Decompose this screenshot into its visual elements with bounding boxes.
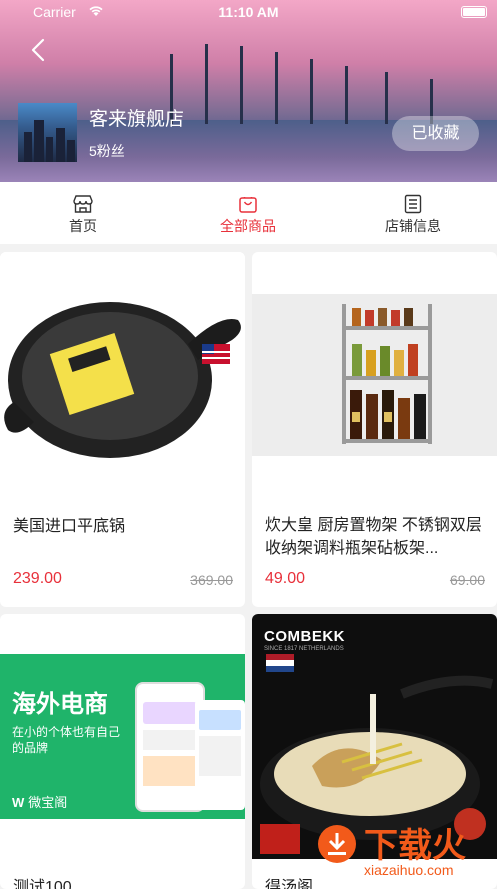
- skillet-image: [4, 302, 241, 458]
- favorite-button[interactable]: 已收藏: [392, 116, 479, 151]
- banner-title: 海外电商: [12, 691, 108, 718]
- netherlands-flag-icon: [266, 654, 294, 672]
- palm-tree: [240, 46, 243, 124]
- brand-subtitle: SINCE 1817 NETHERLANDS: [264, 646, 344, 652]
- brand-logo-icon: W: [12, 795, 25, 810]
- status-bar: Carrier 11:10 AM: [0, 0, 497, 24]
- bag-icon: [239, 197, 257, 213]
- product-title: 美国进口平底锅: [13, 518, 126, 535]
- tab-shop-info-label: 店铺信息: [385, 218, 441, 234]
- palm-tree: [205, 44, 208, 124]
- palm-tree: [385, 72, 388, 124]
- product-image: [0, 252, 245, 487]
- shop-tab-bar: 首页 全部商品 店铺信息: [0, 182, 497, 244]
- shop-name: 客来旗舰店: [89, 109, 185, 130]
- shop-avatar: [18, 103, 77, 162]
- watermark-url: xiazaihuo.com: [364, 862, 454, 878]
- tab-home[interactable]: 首页: [23, 182, 143, 244]
- product-card[interactable]: 美国进口平底锅 239.00 369.00: [0, 252, 245, 607]
- clock: 11:10 AM: [218, 4, 279, 20]
- product-image: 海外电商 在小的个体也有自己的品牌 W 微宝阁: [0, 654, 245, 819]
- product-title: 炊大皇 厨房置物架 不锈钢双层收纳架调料瓶架砧板架...: [265, 517, 482, 557]
- store-icon: [73, 195, 93, 213]
- fans-count: 5粉丝: [89, 143, 125, 159]
- brand-logo-text: COMBEKK: [264, 628, 345, 645]
- product-card[interactable]: 炊大皇 厨房置物架 不锈钢双层收纳架调料瓶架砧板架... 49.00 69.00: [252, 252, 497, 607]
- download-logo-icon: [318, 825, 356, 863]
- back-arrow-icon[interactable]: [28, 38, 52, 62]
- product-price: 49.00: [265, 570, 306, 587]
- kitchen-rack-image: [342, 304, 432, 444]
- banner-brand: W 微宝阁: [12, 792, 67, 811]
- banner-subtitle: 在小的个体也有自己的品牌: [12, 725, 121, 755]
- site-watermark: 下载火 xiazaihuo.com: [300, 818, 497, 883]
- tab-all-products-label: 全部商品: [220, 218, 276, 234]
- battery-icon: [461, 6, 487, 18]
- product-card[interactable]: 海外电商 在小的个体也有自己的品牌 W 微宝阁 测试100: [0, 614, 245, 889]
- list-icon: [404, 194, 422, 214]
- tab-home-label: 首页: [69, 218, 97, 234]
- tab-all-products[interactable]: 全部商品: [188, 182, 308, 244]
- palm-tree: [345, 66, 348, 124]
- palm-tree: [310, 59, 313, 124]
- phone-mockup-secondary: [195, 700, 245, 810]
- product-price: 239.00: [13, 570, 62, 587]
- product-image: [252, 294, 497, 456]
- palm-tree: [275, 52, 278, 124]
- brand-name: 微宝阁: [28, 795, 68, 810]
- tab-shop-info[interactable]: 店铺信息: [353, 182, 473, 244]
- watermark-text: 下载火: [364, 827, 466, 865]
- product-original-price: 69.00: [449, 572, 485, 588]
- product-original-price: 369.00: [190, 572, 233, 588]
